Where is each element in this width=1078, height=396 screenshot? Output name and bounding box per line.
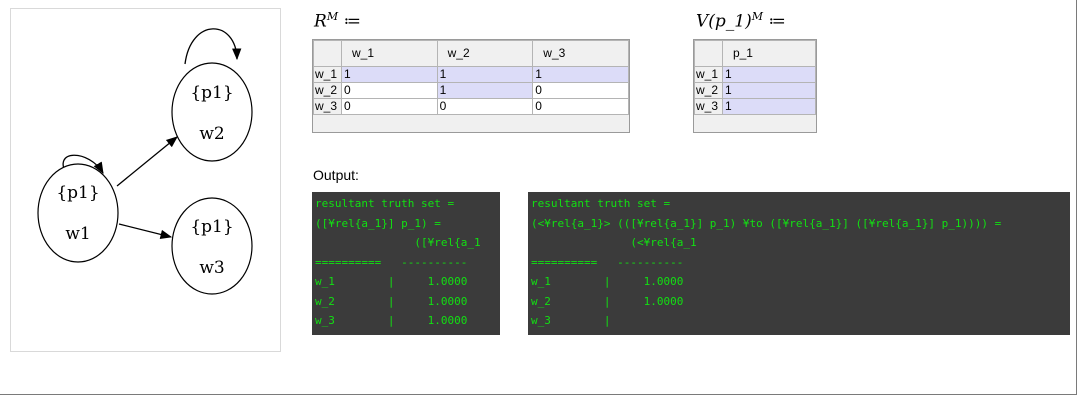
relation-table-row-header[interactable]: w_3 — [313, 98, 342, 115]
console-line: resultant truth set = — [315, 197, 455, 210]
relation-table: w_1 w_2 w_3 w_1 1 1 1 w_2 0 1 0 w_3 0 0 0 — [313, 40, 629, 115]
relation-table-column-header[interactable]: w_1 — [340, 40, 438, 67]
relation-table-cell[interactable]: 1 — [532, 66, 629, 83]
relation-table-cell[interactable]: 0 — [340, 98, 438, 115]
kripke-graph: {p1} w1 {p1} w2 {p1} w3 — [37, 28, 253, 295]
node-w1: {p1} w1 — [37, 163, 119, 263]
console-line: ========== ---------- — [315, 255, 468, 269]
edge-w2-w2 — [184, 28, 242, 65]
relation-table-cell[interactable]: 0 — [340, 82, 438, 99]
console-line: (<¥rel{a_1}> (([¥rel{a_1}] p_1) ¥to ([¥r… — [531, 216, 1002, 230]
relation-table-row-header[interactable]: w_2 — [313, 82, 342, 99]
console-line: ========== ---------- — [531, 255, 684, 269]
relation-table-cell[interactable]: 1 — [340, 66, 438, 83]
node-w1-label: w1 — [65, 224, 90, 244]
valuation-table-cell[interactable]: 1 — [721, 98, 817, 115]
valuation-label: V(p_1)M ≔ — [696, 10, 786, 32]
node-w3: {p1} w3 — [171, 197, 253, 295]
valuation-table-column-header[interactable]: p_1 — [721, 40, 817, 67]
valuation-table-row: w_3 1 — [694, 98, 817, 115]
relation-table-frame: w_1 w_2 w_3 w_1 1 1 1 w_2 0 1 0 w_3 0 0 0 — [312, 39, 630, 133]
node-w3-prop: {p1} — [190, 217, 233, 237]
console-line: (<¥rel{a_1 — [531, 236, 697, 249]
relation-table-row: w_3 0 0 0 — [313, 98, 629, 115]
valuation-table-row: w_2 1 — [694, 82, 817, 99]
console-line: resultant truth set = — [531, 197, 671, 210]
console-output-right[interactable]: resultant truth set = (<¥rel{a_1}> (([¥re… — [528, 192, 1070, 335]
node-w2-prop: {p1} — [190, 83, 233, 103]
valuation-table-corner-cell[interactable] — [694, 40, 723, 67]
edge-w1-w3 — [118, 223, 173, 239]
relation-table-row-header[interactable]: w_1 — [313, 66, 342, 83]
node-w2-label: w2 — [199, 124, 224, 144]
valuation-table-row: w_1 1 — [694, 66, 817, 83]
console-line: ([¥rel{a_1 — [315, 236, 481, 249]
edge-w1-w2 — [116, 136, 178, 187]
node-w2: {p1} w2 — [171, 62, 253, 162]
valuation-table: p_1 w_1 1 w_2 1 w_3 1 — [694, 40, 817, 115]
valuation-table-row-header[interactable]: w_3 — [694, 98, 723, 115]
console-line: w_3 | 1.0000 — [315, 314, 468, 327]
console-line: w_1 | 1.0000 — [315, 275, 468, 288]
valuation-table-cell[interactable]: 1 — [721, 82, 817, 99]
relation-table-cell[interactable]: 0 — [532, 82, 629, 99]
relation-table-cell[interactable]: 1 — [436, 66, 534, 83]
output-label: Output: — [313, 167, 359, 183]
valuation-table-cell[interactable]: 1 — [721, 66, 817, 83]
console-line: w_2 | 1.0000 — [531, 294, 684, 308]
node-w1-prop: {p1} — [56, 183, 99, 203]
console-line: w_2 | 1.0000 — [315, 294, 468, 308]
valuation-table-row-header[interactable]: w_1 — [694, 66, 723, 83]
relation-table-row: w_2 0 1 0 — [313, 82, 629, 99]
kripke-graph-panel: {p1} w1 {p1} w2 {p1} w3 — [10, 8, 281, 352]
relation-table-cell[interactable]: 0 — [436, 98, 534, 115]
relation-table-column-header[interactable]: w_2 — [436, 40, 534, 67]
console-line: w_1 | 1.0000 — [531, 275, 684, 288]
console-output-left[interactable]: resultant truth set = ([¥rel{a_1}] p_1) =… — [312, 192, 500, 335]
relation-table-cell[interactable]: 1 — [436, 82, 534, 99]
valuation-table-frame: p_1 w_1 1 w_2 1 w_3 1 — [693, 39, 817, 133]
valuation-table-row-header[interactable]: w_2 — [694, 82, 723, 99]
console-line: w_3 | — [531, 314, 611, 327]
relation-table-cell[interactable]: 0 — [532, 98, 629, 115]
console-line: ([¥rel{a_1}] p_1) = — [315, 216, 441, 230]
relation-label: RM ≔ — [314, 10, 362, 32]
relation-table-row: w_1 1 1 1 — [313, 66, 629, 83]
relation-table-corner-cell[interactable] — [313, 40, 342, 67]
relation-table-column-header[interactable]: w_3 — [532, 40, 629, 67]
node-w3-label: w3 — [199, 258, 224, 278]
